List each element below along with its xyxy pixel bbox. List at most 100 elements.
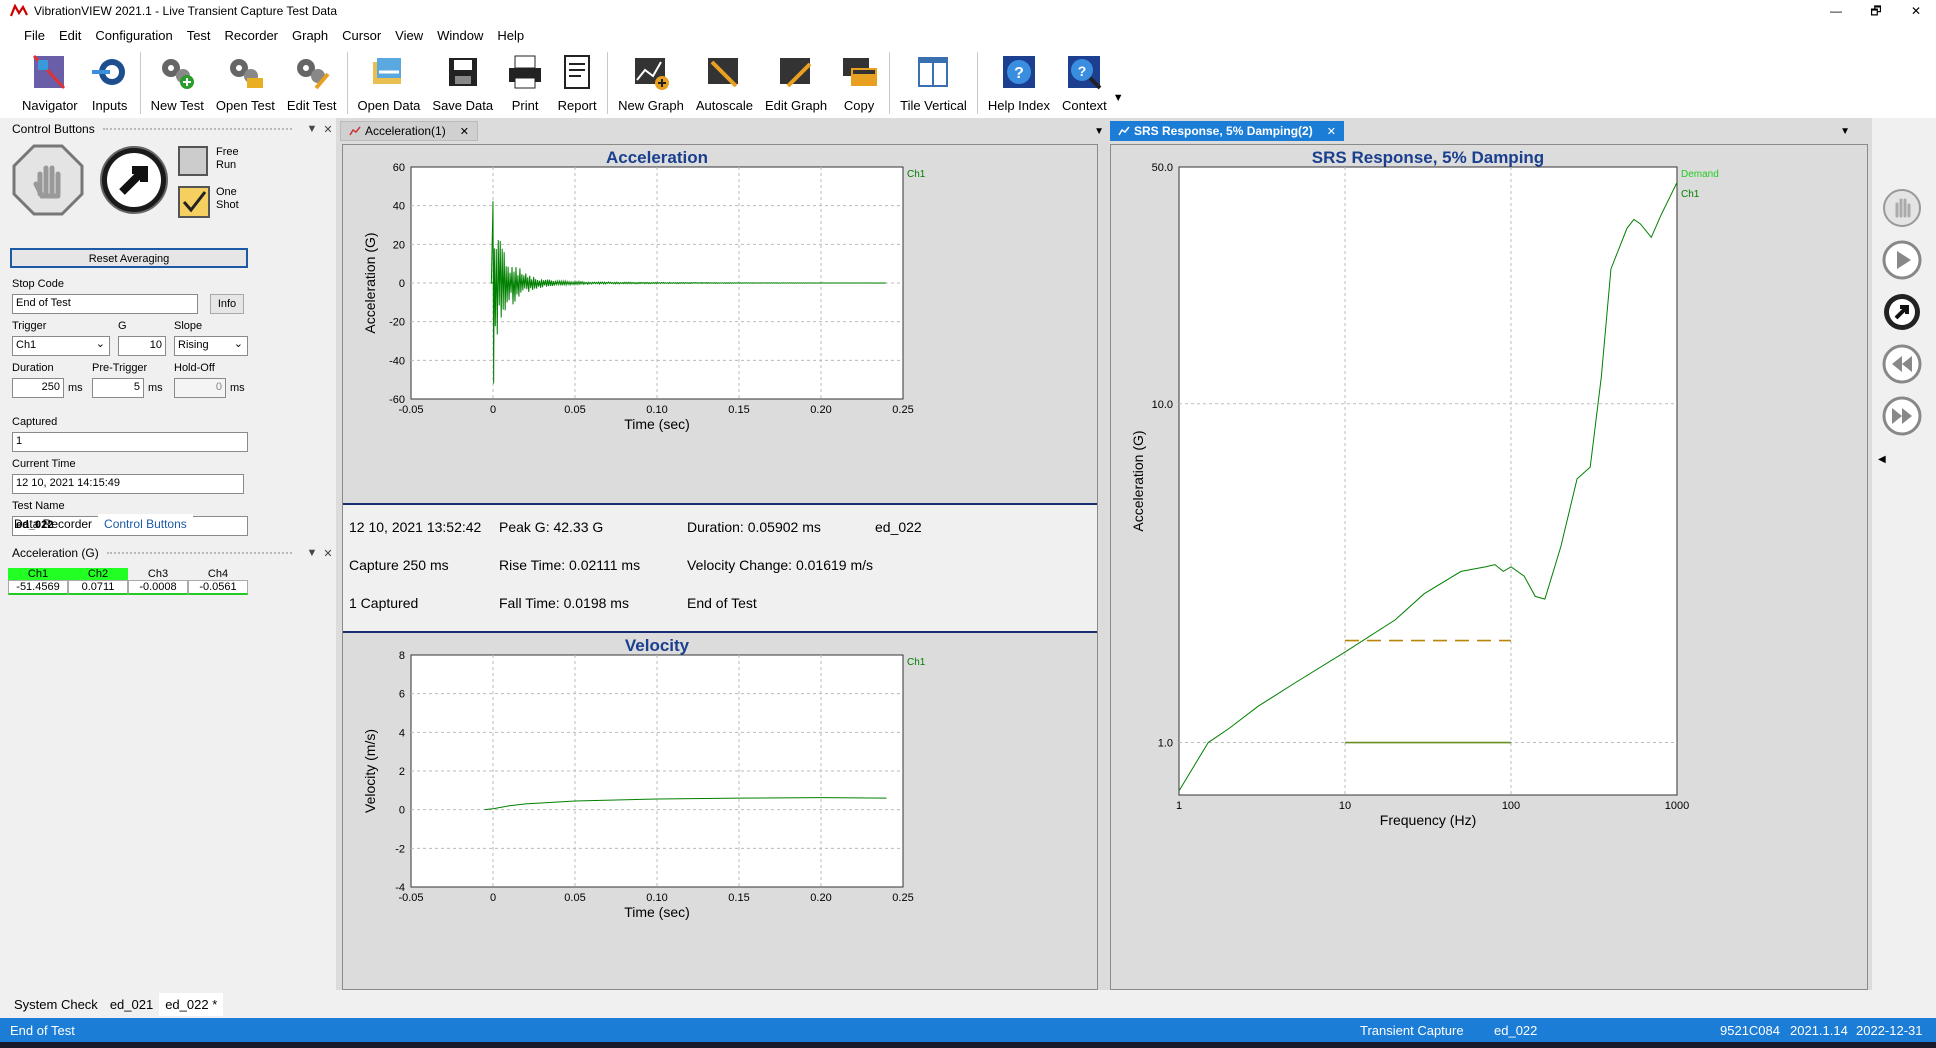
- help-index-button[interactable]: ? Help Index: [982, 48, 1056, 118]
- copy-button[interactable]: Copy: [833, 48, 885, 118]
- document-list-chevron-icon[interactable]: ▼: [1840, 126, 1850, 137]
- toolbar-overflow-chevron-icon[interactable]: ▼: [1113, 92, 1124, 104]
- stop-hand-icon[interactable]: [1882, 188, 1922, 228]
- rewind-icon[interactable]: [1882, 344, 1922, 384]
- channel-header-ch3[interactable]: Ch3: [128, 568, 188, 580]
- free-run-checkbox[interactable]: [178, 146, 208, 176]
- pretrigger-input[interactable]: 5: [92, 378, 144, 398]
- tab-acceleration-document[interactable]: Acceleration(1) ✕: [340, 121, 478, 141]
- channel-value-ch4: -0.0561: [188, 580, 248, 595]
- menu-cursor[interactable]: Cursor: [342, 28, 381, 43]
- restore-button[interactable]: 🗗: [1856, 0, 1896, 22]
- panel-grip[interactable]: [102, 128, 292, 130]
- edit-test-button[interactable]: Edit Test: [281, 48, 343, 118]
- channel-header-ch1[interactable]: Ch1: [8, 568, 68, 580]
- slope-select[interactable]: Rising: [174, 336, 248, 356]
- menu-edit[interactable]: Edit: [59, 28, 81, 43]
- y-tick-label: 2: [399, 766, 405, 778]
- autoscale-button[interactable]: Autoscale: [690, 48, 759, 118]
- channel-header-ch4[interactable]: Ch4: [188, 568, 248, 580]
- menu-configuration[interactable]: Configuration: [95, 28, 172, 43]
- status-text: End of Test: [10, 1023, 75, 1038]
- reset-averaging-button[interactable]: Reset Averaging: [10, 248, 248, 268]
- acceleration-chart[interactable]: Acceleration-0.05 0 0.05 0.10 0.15 0.20 0.2560…: [343, 145, 1097, 503]
- menu-window[interactable]: Window: [437, 28, 483, 43]
- panel-menu-chevron-icon[interactable]: ▼: [304, 123, 320, 135]
- menu-view[interactable]: View: [395, 28, 423, 43]
- duration-input[interactable]: 250: [12, 378, 64, 398]
- new-graph-button[interactable]: New Graph: [612, 48, 690, 118]
- g-level-input[interactable]: 10: [118, 336, 166, 356]
- x-tick-label: 0.15: [728, 404, 749, 416]
- y-tick-label: 4: [399, 727, 405, 739]
- open-data-icon: [372, 58, 401, 84]
- toolbar-separator: [607, 52, 609, 114]
- panel-menu-chevron-icon[interactable]: ▼: [304, 547, 320, 559]
- x-tick-label: 0.20: [810, 892, 831, 904]
- info-button[interactable]: Info: [210, 294, 244, 314]
- control-buttons-area: Free Run One Shot Reset Averaging Stop C…: [0, 140, 336, 420]
- play-icon[interactable]: [1882, 240, 1922, 280]
- trigger-select[interactable]: Ch1: [12, 336, 110, 356]
- navigator-icon: [32, 54, 65, 90]
- collapse-sidebar-chevron-icon[interactable]: ◀: [1878, 454, 1886, 465]
- panel-close-icon[interactable]: ✕: [320, 123, 336, 136]
- menu-bar: File Edit Configuration Test Recorder Gr…: [0, 22, 1936, 48]
- run-arrow-icon[interactable]: [1882, 292, 1922, 332]
- x-tick-label: 0.15: [728, 892, 749, 904]
- tab-data-recorder[interactable]: Data Recorder: [8, 514, 98, 534]
- title-bar: VibrationVIEW 2021.1 - Live Transient Ca…: [0, 0, 1936, 22]
- tab-srs-document[interactable]: SRS Response, 5% Damping(2) ✕: [1110, 121, 1344, 141]
- print-button[interactable]: Print: [499, 48, 551, 118]
- panel-grip[interactable]: [106, 552, 292, 554]
- channel-header-ch2[interactable]: Ch2: [68, 568, 128, 580]
- channel-header-row: Ch1 Ch2 Ch3 Ch4: [8, 568, 248, 580]
- chart-title: SRS Response, 5% Damping: [1312, 148, 1544, 167]
- context-help-button[interactable]: ? Context: [1056, 48, 1113, 118]
- current-time-label: Current Time: [12, 458, 76, 470]
- srs-chart[interactable]: SRS Response, 5% Damping 1 10 100 1000 50.0 10…: [1111, 145, 1867, 989]
- control-sidebar: ◀: [1872, 118, 1936, 990]
- one-shot-label: One Shot: [216, 186, 239, 211]
- menu-help[interactable]: Help: [497, 28, 524, 43]
- toolbar-separator: [139, 52, 141, 114]
- navigator-button[interactable]: Navigator: [16, 48, 84, 118]
- report-button[interactable]: Report: [551, 48, 603, 118]
- tab-control-buttons[interactable]: Control Buttons: [98, 514, 193, 534]
- one-shot-checkbox[interactable]: [178, 186, 210, 218]
- minimize-button[interactable]: —: [1816, 0, 1856, 22]
- tab-close-icon[interactable]: ✕: [460, 125, 469, 138]
- velocity-chart[interactable]: Velocity-0.05 0 0.05 0.10 0.15 0.20 0.2586420-…: [343, 633, 1097, 989]
- new-test-button[interactable]: New Test: [145, 48, 210, 118]
- acceleration-document-window: Acceleration -0.05 0 0.05 0.10 0.15 0.20 0.25 60…: [342, 144, 1098, 990]
- close-button[interactable]: ✕: [1896, 0, 1936, 22]
- holdoff-label: Hold-Off: [174, 362, 215, 374]
- y-tick-label: 40: [393, 201, 405, 213]
- menu-recorder[interactable]: Recorder: [225, 28, 278, 43]
- save-data-button[interactable]: Save Data: [426, 48, 499, 118]
- panel-close-icon[interactable]: ✕: [320, 547, 336, 560]
- inputs-icon: [91, 59, 125, 85]
- document-list-chevron-icon[interactable]: ▼: [1094, 126, 1104, 137]
- fast-forward-icon[interactable]: [1882, 396, 1922, 436]
- open-test-button[interactable]: Open Test: [210, 48, 281, 118]
- stop-hand-icon[interactable]: [12, 144, 84, 216]
- menu-test[interactable]: Test: [187, 28, 211, 43]
- trigger-label: Trigger: [12, 320, 47, 332]
- run-arrow-icon[interactable]: [98, 144, 170, 216]
- edit-graph-button[interactable]: Edit Graph: [759, 48, 833, 118]
- tab-ed-021[interactable]: ed_021: [104, 993, 159, 1016]
- slope-label: Slope: [174, 320, 203, 332]
- help-index-icon: ?: [1002, 56, 1035, 88]
- info-peak: Peak G: 42.33 G: [499, 519, 604, 535]
- inputs-button[interactable]: Inputs: [84, 48, 136, 118]
- x-axis-label: Time (sec): [624, 904, 690, 920]
- menu-graph[interactable]: Graph: [292, 28, 328, 43]
- menu-file[interactable]: File: [24, 28, 45, 43]
- tab-close-icon[interactable]: ✕: [1327, 125, 1336, 138]
- tab-ed-022[interactable]: ed_022 *: [159, 992, 224, 1016]
- open-data-button[interactable]: Open Data: [352, 48, 427, 118]
- tab-system-check[interactable]: System Check: [8, 993, 104, 1016]
- x-tick-label: 0.10: [646, 404, 667, 416]
- tile-vertical-button[interactable]: Tile Vertical: [894, 48, 973, 118]
